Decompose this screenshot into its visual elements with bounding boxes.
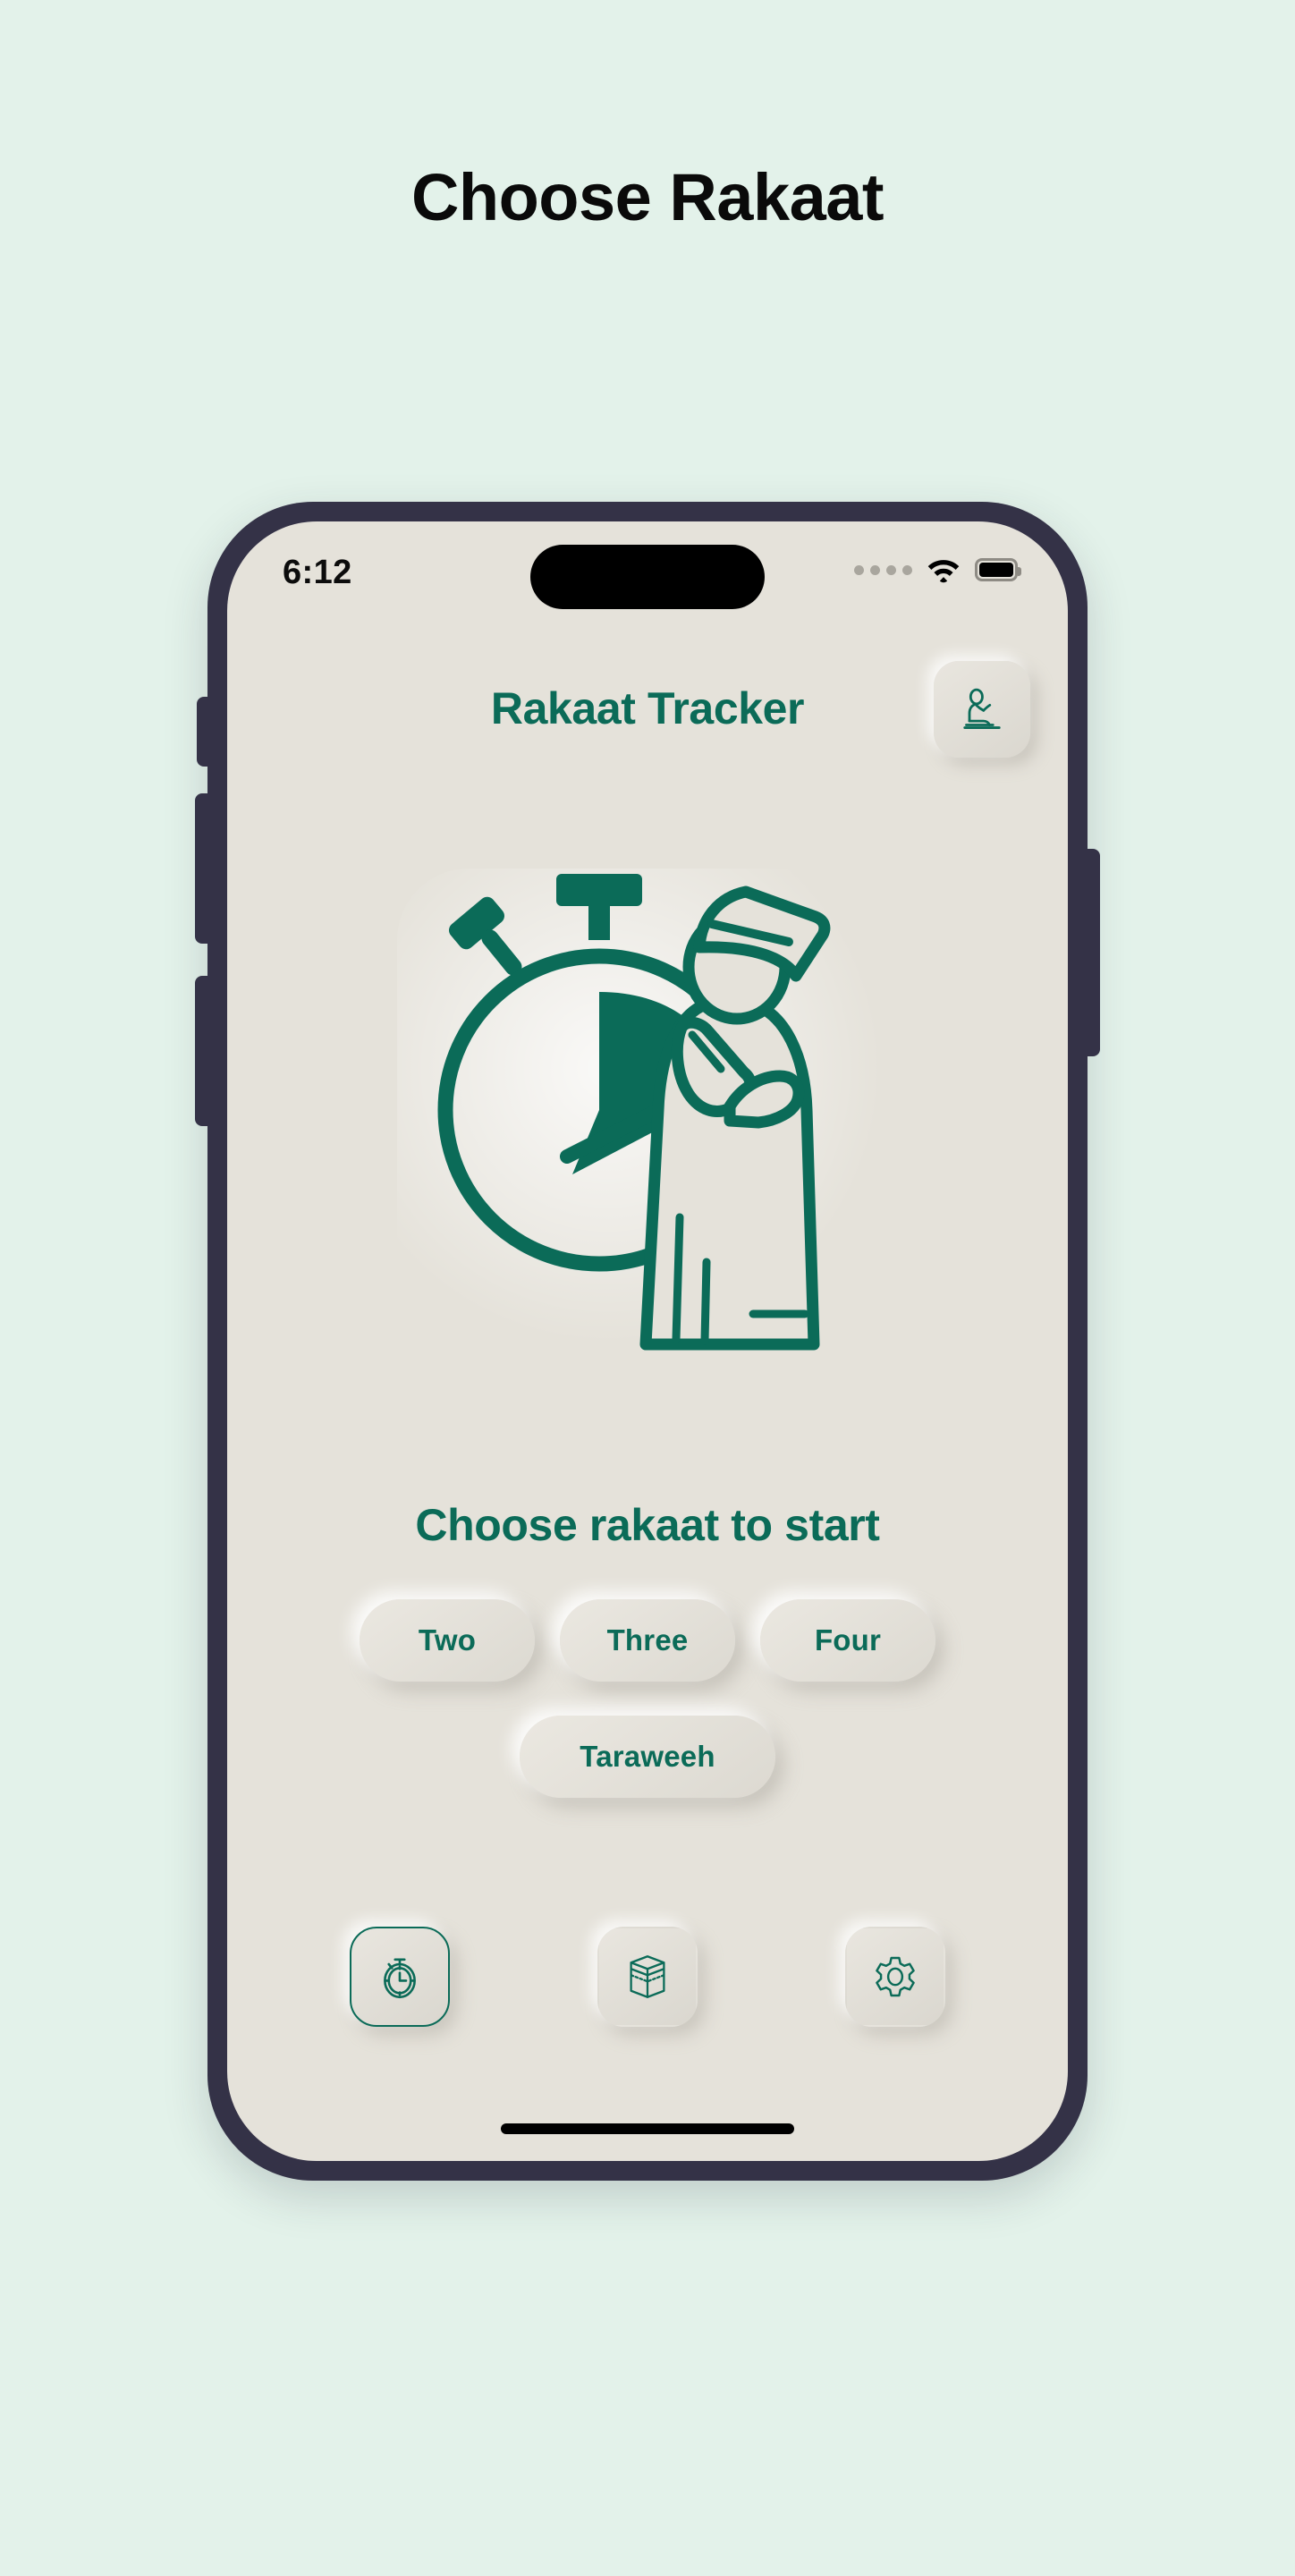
rakaat-taraweeh-button[interactable]: Taraweeh (520, 1716, 775, 1798)
page-root: Choose Rakaat 6:12 Rakaat Tracker Choose… (0, 0, 1295, 2576)
praying-person-icon (963, 688, 1001, 729)
rakaat-three-button[interactable]: Three (560, 1599, 735, 1682)
nav-qibla[interactable] (597, 1927, 698, 2027)
phone-device: 6:12 Rakaat Tracker Choose rakaat to sta… (195, 502, 1100, 2181)
nav-settings[interactable] (845, 1927, 946, 2027)
mute-switch[interactable] (197, 697, 211, 767)
volume-up-button[interactable] (195, 793, 211, 944)
dynamic-island (530, 545, 765, 609)
praying-person-button[interactable] (934, 661, 1030, 758)
power-button[interactable] (1084, 849, 1100, 1056)
rakaat-options: Two Three Four Taraweeh (227, 1599, 1068, 1798)
bottom-navigation (227, 1927, 1068, 2027)
battery-icon (975, 558, 1021, 581)
status-time: 6:12 (283, 554, 352, 591)
rakaat-two-button[interactable]: Two (360, 1599, 535, 1682)
status-icons (854, 552, 1021, 588)
stopwatch-icon (383, 1958, 416, 1999)
stopwatch-with-praying-man-icon (437, 874, 831, 1351)
volume-down-button[interactable] (195, 976, 211, 1126)
rakaat-four-button[interactable]: Four (760, 1599, 935, 1682)
nav-tracker[interactable] (349, 1927, 450, 2027)
home-indicator[interactable] (501, 2123, 794, 2134)
status-bar: 6:12 (227, 521, 1068, 618)
rakaat-row-2: Taraweeh (227, 1716, 1068, 1798)
phone-screen: 6:12 Rakaat Tracker Choose rakaat to sta… (227, 521, 1068, 2161)
page-title: Choose Rakaat (411, 160, 884, 234)
hero-illustration (227, 833, 1068, 1405)
signal-dots-icon (854, 564, 912, 575)
kaaba-icon (630, 1955, 665, 1998)
gear-icon (876, 1956, 916, 1997)
wifi-icon (927, 560, 960, 583)
app-header: Rakaat Tracker (227, 657, 1068, 765)
section-heading: Choose rakaat to start (415, 1500, 880, 1550)
rakaat-row-1: Two Three Four (227, 1599, 1068, 1682)
